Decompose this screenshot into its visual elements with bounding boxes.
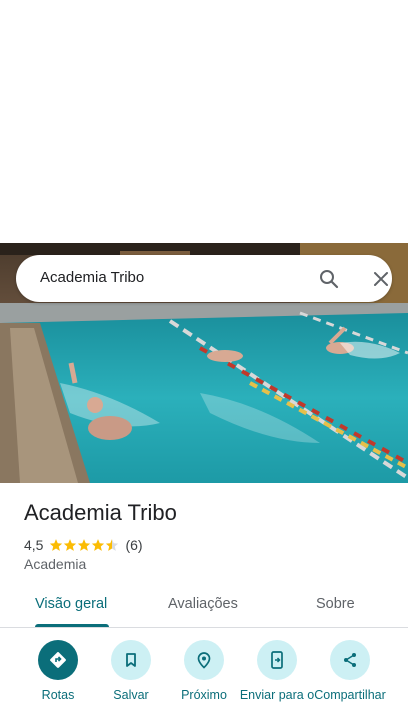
action-bar: Rotas Salvar Próximo Enviar para o Compa… [0,640,408,726]
tab-about[interactable]: Sobre [316,596,355,612]
nearby-icon [184,640,224,680]
nearby-button[interactable]: Próximo [166,640,242,702]
tab-bar: Visão geral Avaliações Sobre [0,588,408,628]
star-icon [78,539,91,551]
directions-button[interactable]: Rotas [20,640,96,702]
tab-overview[interactable]: Visão geral [35,596,107,612]
rating-stars [49,538,119,552]
send-to-phone-icon [257,640,297,680]
directions-label: Rotas [41,688,75,702]
rating-value: 4,5 [24,537,44,553]
share-label: Compartilhar [314,688,386,702]
rating-row[interactable]: 4,5 (6) [24,536,143,554]
search-icon[interactable] [314,265,344,293]
star-icon [92,539,105,551]
review-count: (6) [125,537,143,553]
star-icon [64,539,77,551]
directions-icon [38,640,78,680]
share-icon [330,640,370,680]
share-button[interactable]: Compartilhar [312,640,388,702]
send-to-phone-button[interactable]: Enviar para o [239,640,315,702]
search-bar[interactable]: Academia Tribo [16,255,392,302]
place-title: Academia Tribo [24,500,177,525]
close-icon[interactable] [366,265,396,293]
send-to-phone-label: Enviar para o [239,688,315,702]
star-icon [106,539,119,551]
place-category: Academia [24,556,87,572]
save-button[interactable]: Salvar [93,640,169,702]
search-input[interactable]: Academia Tribo [40,269,144,286]
active-tab-indicator [35,624,109,627]
star-icon [50,539,63,551]
nearby-label: Próximo [181,688,227,702]
save-label: Salvar [113,688,149,702]
bookmark-icon [111,640,151,680]
map-blank-area [0,0,408,243]
tab-reviews[interactable]: Avaliações [168,596,238,612]
